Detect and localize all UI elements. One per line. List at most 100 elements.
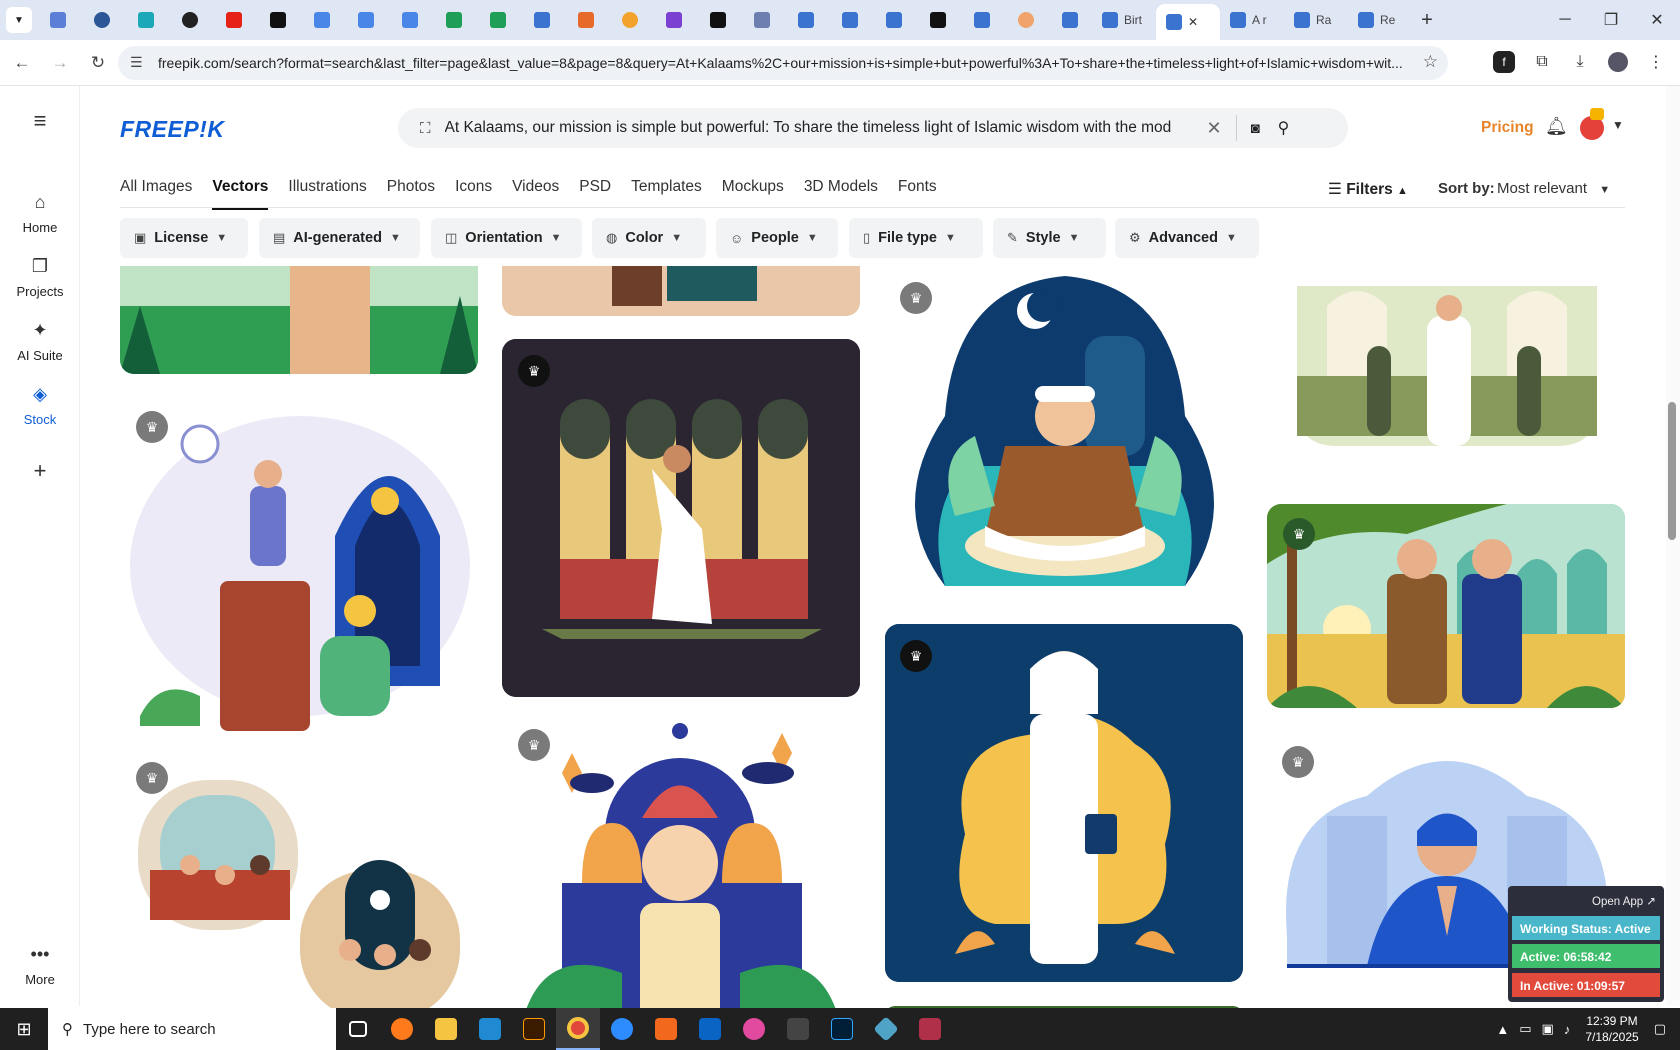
result-card[interactable]: [1267, 266, 1625, 446]
reload-button[interactable]: ↻: [82, 47, 114, 79]
rail-item-more[interactable]: ••• More: [0, 944, 80, 987]
tab-photos[interactable]: Photos: [387, 178, 435, 210]
browser-tab[interactable]: [300, 4, 344, 36]
result-card[interactable]: [120, 266, 478, 374]
notifications-icon[interactable]: ▢: [1654, 1021, 1666, 1037]
filter-ai-generated[interactable]: ▤ AI-generated ▼: [259, 218, 420, 258]
tab-3d-models[interactable]: 3D Models: [804, 178, 878, 210]
browser-tab[interactable]: [344, 4, 388, 36]
tab-videos[interactable]: Videos: [512, 178, 559, 210]
taskbar-app-photoshop[interactable]: [820, 1008, 864, 1050]
result-card[interactable]: [502, 266, 860, 316]
minimize-icon[interactable]: ─: [1542, 0, 1588, 40]
browser-tab[interactable]: [916, 4, 960, 36]
download-icon[interactable]: ⤓: [1564, 46, 1596, 78]
rail-item-projects[interactable]: ❐ Projects: [0, 256, 80, 299]
hamburger-menu-button[interactable]: ≡: [0, 108, 80, 133]
tab-mockups[interactable]: Mockups: [722, 178, 784, 210]
bookmark-star-icon[interactable]: ☆: [1423, 52, 1438, 72]
clear-search-icon[interactable]: ✕: [1207, 118, 1222, 139]
filter-advanced[interactable]: ⚙ Advanced ▼: [1115, 218, 1259, 258]
puzzle-icon[interactable]: ⧉: [1526, 46, 1558, 78]
taskbar-clock[interactable]: 12:39 PM 7/18/2025: [1585, 1013, 1638, 1045]
browser-tab[interactable]: Ra: [1284, 4, 1348, 36]
restore-icon[interactable]: ❐: [1588, 0, 1634, 40]
scrollbar-thumb[interactable]: [1668, 402, 1676, 540]
tab-templates[interactable]: Templates: [631, 178, 702, 210]
result-card[interactable]: ♛: [1267, 504, 1625, 708]
filter-license[interactable]: ▣ License ▼: [120, 218, 248, 258]
rail-item-home[interactable]: ⌂ Home: [0, 192, 80, 235]
tab-vectors[interactable]: Vectors: [212, 178, 269, 210]
filter-orientation[interactable]: ◫ Orientation ▼: [431, 218, 582, 258]
taskbar-app-winrar[interactable]: [908, 1008, 952, 1050]
chevron-down-icon[interactable]: ▼: [1612, 118, 1624, 132]
browser-tab-active[interactable]: ✕: [1156, 4, 1220, 40]
tab-illustrations[interactable]: Illustrations: [288, 178, 366, 210]
tab-search-button[interactable]: ▼: [6, 7, 32, 33]
taskbar-app[interactable]: [732, 1008, 776, 1050]
browser-tab[interactable]: [564, 4, 608, 36]
rail-item-ai-suite[interactable]: ✦ AI Suite: [0, 320, 80, 363]
result-card[interactable]: ♛: [120, 750, 478, 1008]
result-card[interactable]: ♛: [120, 396, 478, 734]
chevron-up-icon[interactable]: ▲: [1496, 1022, 1509, 1037]
taskbar-app[interactable]: [644, 1008, 688, 1050]
filter-file-type[interactable]: ▯ File type ▼: [849, 218, 983, 258]
close-tab-icon[interactable]: ✕: [1188, 15, 1198, 29]
site-info-icon[interactable]: ☰: [130, 54, 143, 71]
browser-tab[interactable]: [740, 4, 784, 36]
result-card[interactable]: ♛: [885, 266, 1243, 596]
result-card[interactable]: ♛: [885, 624, 1243, 982]
rail-item-stock[interactable]: ◈ Stock: [0, 384, 80, 427]
close-icon[interactable]: ✕: [1634, 0, 1680, 40]
taskbar-app-zoom[interactable]: [600, 1008, 644, 1050]
extension-icon[interactable]: f: [1493, 51, 1515, 73]
browser-tab[interactable]: [168, 4, 212, 36]
task-view-button[interactable]: [336, 1008, 380, 1050]
browser-tab[interactable]: [652, 4, 696, 36]
open-app-link[interactable]: Open App ↗: [1592, 894, 1656, 908]
freepik-logo[interactable]: FREEP!K: [120, 116, 224, 143]
taskbar-search[interactable]: ⚲ Type here to search: [48, 1008, 336, 1050]
forward-button[interactable]: →: [44, 47, 76, 79]
browser-tab[interactable]: [608, 4, 652, 36]
sort-dropdown[interactable]: Most relevant ▼: [1497, 180, 1610, 197]
add-button[interactable]: +: [0, 458, 80, 483]
tab-fonts[interactable]: Fonts: [898, 178, 937, 210]
browser-tab[interactable]: [256, 4, 300, 36]
browser-tab[interactable]: [388, 4, 432, 36]
search-bar[interactable]: ⛶ At Kalaams, our mission is simple but …: [398, 108, 1348, 148]
browser-tab[interactable]: [80, 4, 124, 36]
browser-tab[interactable]: A r: [1220, 4, 1284, 36]
browser-tab[interactable]: [476, 4, 520, 36]
tab-psd[interactable]: PSD: [579, 178, 611, 210]
browser-tab[interactable]: Birt: [1092, 4, 1156, 36]
tab-icons[interactable]: Icons: [455, 178, 492, 210]
browser-tab[interactable]: [828, 4, 872, 36]
bell-icon[interactable]: 🔔︎: [1545, 116, 1568, 137]
browser-tab[interactable]: [1004, 4, 1048, 36]
ai-search-icon[interactable]: ⛶: [420, 120, 431, 137]
result-card[interactable]: ♛: [502, 713, 860, 1008]
camera-search-icon[interactable]: ◙: [1251, 120, 1260, 137]
page-scrollbar[interactable]: [1666, 86, 1680, 1006]
browser-tab[interactable]: [124, 4, 168, 36]
taskbar-app[interactable]: [864, 1008, 908, 1050]
pricing-link[interactable]: Pricing: [1481, 119, 1534, 137]
browser-tab[interactable]: [696, 4, 740, 36]
browser-tab[interactable]: [872, 4, 916, 36]
taskbar-app-illustrator[interactable]: [512, 1008, 556, 1050]
network-icon[interactable]: ▭: [1519, 1021, 1531, 1037]
taskbar-app-explorer[interactable]: [424, 1008, 468, 1050]
browser-tab[interactable]: [520, 4, 564, 36]
volume-icon[interactable]: ♪: [1564, 1022, 1571, 1037]
taskbar-app-vscode[interactable]: [468, 1008, 512, 1050]
profile-avatar[interactable]: [1602, 46, 1634, 78]
taskbar-app-outlook[interactable]: [688, 1008, 732, 1050]
taskbar-app-firefox[interactable]: [380, 1008, 424, 1050]
browser-tab[interactable]: [36, 4, 80, 36]
browser-tab[interactable]: [212, 4, 256, 36]
tab-all-images[interactable]: All Images: [120, 178, 192, 210]
browser-tab[interactable]: [784, 4, 828, 36]
